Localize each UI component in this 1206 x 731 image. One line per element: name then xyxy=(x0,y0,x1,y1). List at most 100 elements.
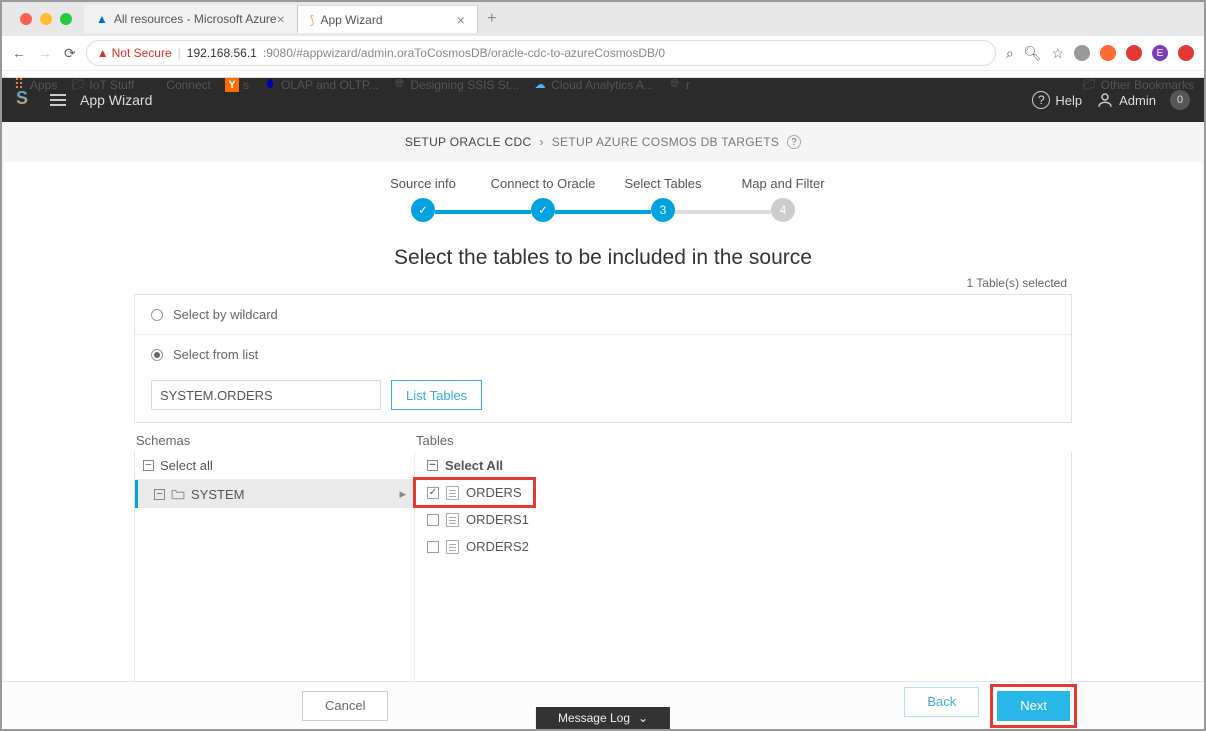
bookmark-link[interactable]: Connect xyxy=(148,78,211,92)
table-row[interactable]: ✓ ORDERS xyxy=(415,479,534,506)
browser-chrome: ▲ All resources - Microsoft Azure × ⟆ Ap… xyxy=(2,2,1204,78)
table-row[interactable]: ORDERS2 xyxy=(415,533,1071,560)
new-tab-button[interactable]: + xyxy=(478,10,506,28)
forward-icon[interactable]: → xyxy=(38,45,52,62)
list-tables-button[interactable]: List Tables xyxy=(391,380,482,410)
extension-icon[interactable] xyxy=(1126,45,1142,61)
help-icon[interactable]: ? xyxy=(787,135,801,149)
collapse-icon[interactable]: − xyxy=(427,460,438,471)
minimize-window-icon[interactable] xyxy=(40,13,52,25)
bookmark-link[interactable]: ⬮OLAP and OLTP... xyxy=(263,78,378,92)
bookmark-link[interactable]: ☁Cloud Analytics A... xyxy=(533,78,654,92)
collapse-icon[interactable]: − xyxy=(154,489,165,500)
next-highlight-box: Next xyxy=(993,687,1074,725)
selection-panel: Select by wildcard Select from list List… xyxy=(134,294,1072,423)
maximize-window-icon[interactable] xyxy=(60,13,72,25)
globe-icon: 🌐︎ xyxy=(668,78,682,92)
step-map-filter: Map and Filter 4 xyxy=(723,176,843,222)
schemas-header: Schemas xyxy=(134,433,414,448)
breadcrumb: SETUP ORACLE CDC › SETUP AZURE COSMOS DB… xyxy=(2,122,1204,162)
table-name: ORDERS xyxy=(466,485,522,500)
url-path: :9080/#appwizard/admin.oraToCosmosDB/ora… xyxy=(263,46,665,60)
page-title: Select the tables to be included in the … xyxy=(4,246,1202,270)
cloud-icon: ☁ xyxy=(533,78,547,92)
folder-icon xyxy=(171,488,185,500)
collapse-icon[interactable]: − xyxy=(143,460,154,471)
check-icon: ✓ xyxy=(411,198,435,222)
wizard-footer: Cancel Back Next Message Log ⌄ xyxy=(2,681,1204,729)
wizard-body: Source info ✓ Connect to Oracle ✓ Select… xyxy=(4,162,1202,729)
step-source-info[interactable]: Source info ✓ xyxy=(363,176,483,222)
option-from-list[interactable]: Select from list List Tables xyxy=(135,335,1071,422)
step-connect-oracle[interactable]: Connect to Oracle ✓ xyxy=(483,176,603,222)
table-icon xyxy=(446,513,459,527)
back-icon[interactable]: ← xyxy=(12,45,26,62)
step-number: 3 xyxy=(651,198,675,222)
selection-count: 1 Table(s) selected xyxy=(4,276,1202,294)
step-select-tables[interactable]: Select Tables 3 xyxy=(603,176,723,222)
ms-icon xyxy=(148,78,162,92)
warning-icon: ▲ xyxy=(97,46,109,60)
star-icon[interactable]: ☆ xyxy=(1051,45,1064,62)
breadcrumb-step: SETUP AZURE COSMOS DB TARGETS xyxy=(552,135,779,149)
bookmark-link[interactable]: Ys xyxy=(225,78,249,92)
profile-icon[interactable]: E xyxy=(1152,45,1168,61)
chevron-right-icon: › xyxy=(539,135,543,149)
select-all-schemas[interactable]: − Select all xyxy=(135,452,414,480)
radio-icon[interactable] xyxy=(151,349,163,361)
checkbox-icon[interactable] xyxy=(427,514,439,526)
browser-tab-appwizard[interactable]: ⟆ App Wizard × xyxy=(298,5,478,33)
schema-system[interactable]: − SYSTEM ▸ xyxy=(135,480,414,508)
table-name: ORDERS1 xyxy=(466,512,529,527)
table-row[interactable]: ORDERS1 xyxy=(415,506,1071,533)
db-icon: ⬮ xyxy=(263,78,277,92)
search-icon[interactable]: 🔍︎ xyxy=(1024,45,1042,62)
browser-tab-azure[interactable]: ▲ All resources - Microsoft Azure × xyxy=(84,5,298,33)
menu-icon[interactable] xyxy=(50,94,66,106)
app-title: App Wizard xyxy=(80,92,152,108)
tab-close-icon[interactable]: × xyxy=(277,11,285,27)
bookmark-link[interactable]: 🌐︎Designing SSIS St... xyxy=(392,78,519,92)
back-button[interactable]: Back xyxy=(904,687,979,717)
extension-icon[interactable] xyxy=(1178,45,1194,61)
columns-header: Schemas Tables xyxy=(134,433,1072,448)
next-button[interactable]: Next xyxy=(997,691,1070,721)
bookmark-link[interactable]: 🌐︎r xyxy=(668,78,690,92)
azure-icon: ▲ xyxy=(96,12,108,26)
security-warning: ▲ Not Secure xyxy=(97,46,172,60)
table-name: ORDERS2 xyxy=(466,539,529,554)
help-button[interactable]: ? Help xyxy=(1032,91,1082,109)
admin-button[interactable]: Admin xyxy=(1096,91,1156,109)
tab-bar: ▲ All resources - Microsoft Azure × ⟆ Ap… xyxy=(2,2,1204,36)
message-log-toggle[interactable]: Message Log ⌄ xyxy=(536,707,670,729)
table-icon xyxy=(446,486,459,500)
table-icon xyxy=(446,540,459,554)
cancel-button[interactable]: Cancel xyxy=(302,691,388,721)
content-area: SETUP ORACLE CDC › SETUP AZURE COSMOS DB… xyxy=(2,122,1204,729)
bookmark-folder[interactable]: 📁︎IoT Stuff xyxy=(71,78,134,92)
reload-icon[interactable]: ⟳ xyxy=(64,45,76,62)
checkbox-icon[interactable]: ✓ xyxy=(427,487,439,499)
chevron-down-icon: ⌄ xyxy=(638,711,648,725)
extension-icon[interactable] xyxy=(1074,45,1090,61)
key-icon[interactable]: ⌕ xyxy=(1006,45,1014,62)
breadcrumb-step[interactable]: SETUP ORACLE CDC xyxy=(405,135,532,149)
radio-icon[interactable] xyxy=(151,309,163,321)
select-all-tables[interactable]: − Select All xyxy=(415,452,1071,479)
app-logo-icon[interactable]: S xyxy=(16,88,36,112)
help-icon: ? xyxy=(1032,91,1050,109)
tab-title: All resources - Microsoft Azure xyxy=(114,12,277,26)
notification-badge[interactable]: 0 xyxy=(1170,90,1190,110)
url-input[interactable]: ▲ Not Secure | 192.168.56.1:9080/#appwiz… xyxy=(86,40,996,66)
striim-icon: ⟆ xyxy=(310,13,315,27)
url-host: 192.168.56.1 xyxy=(187,46,257,60)
tab-close-icon[interactable]: × xyxy=(457,12,465,28)
window-controls[interactable] xyxy=(8,13,84,25)
filter-input[interactable] xyxy=(151,380,381,410)
check-icon: ✓ xyxy=(531,198,555,222)
option-wildcard[interactable]: Select by wildcard xyxy=(135,295,1071,335)
checkbox-icon[interactable] xyxy=(427,541,439,553)
extension-icon[interactable] xyxy=(1100,45,1116,61)
close-window-icon[interactable] xyxy=(20,13,32,25)
tab-title: App Wizard xyxy=(320,13,382,27)
